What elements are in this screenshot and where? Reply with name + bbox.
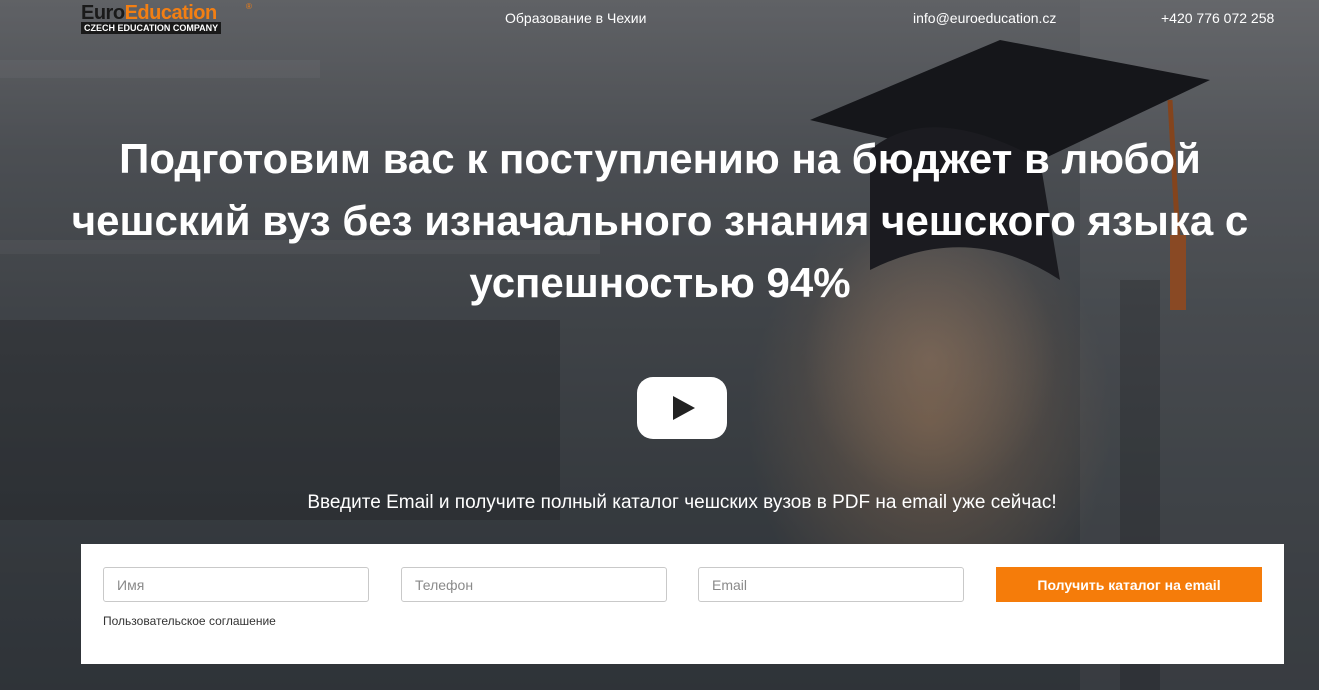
contact-phone-link[interactable]: +420 776 072 258: [1161, 10, 1274, 26]
name-input[interactable]: [103, 567, 369, 602]
logo-wordmark: EuroEducation: [81, 2, 217, 24]
logo-subtitle: CZECH EDUCATION COMPANY: [81, 22, 222, 34]
logo[interactable]: EuroEducation ® CZECH EDUCATION COMPANY: [81, 2, 256, 34]
email-input[interactable]: [698, 567, 964, 602]
catalog-request-form: Получить каталог на email Пользовательск…: [81, 544, 1284, 664]
phone-input[interactable]: [401, 567, 667, 602]
landing-page: EuroEducation ® CZECH EDUCATION COMPANY …: [0, 0, 1319, 690]
logo-euro: Euro: [81, 2, 125, 24]
logo-education: Education: [124, 2, 218, 24]
hero-headline: Подготовим вас к поступлению на бюджет в…: [71, 135, 1249, 306]
get-catalog-button[interactable]: Получить каталог на email: [996, 567, 1262, 602]
promo-text: Введите Email и получите полный каталог …: [307, 492, 1057, 513]
play-icon: [673, 396, 695, 420]
logo-registered-mark: ®: [246, 2, 252, 11]
nav-education-czech[interactable]: Образование в Чехии: [505, 10, 646, 26]
video-play-button[interactable]: [637, 377, 727, 439]
user-agreement-link[interactable]: Пользовательское соглашение: [103, 614, 276, 628]
contact-email-link[interactable]: info@euroeducation.cz: [913, 10, 1056, 26]
